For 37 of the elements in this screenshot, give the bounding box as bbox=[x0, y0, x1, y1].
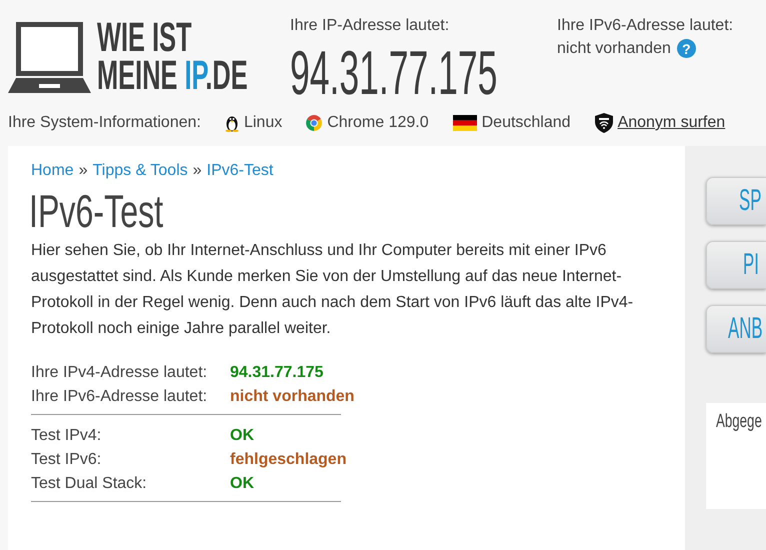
sidebar-button[interactable]: ANB bbox=[706, 305, 766, 353]
sidebar-button[interactable]: PI bbox=[706, 241, 766, 289]
flag-icon bbox=[452, 115, 477, 131]
breadcrumb-link[interactable]: IPv6-Test bbox=[206, 162, 274, 180]
country-name: Deutschland bbox=[482, 114, 571, 132]
breadcrumb-separator: » bbox=[78, 162, 88, 180]
intro-paragraph: Hier sehen Sie, ob Ihr Internet-Anschluss und Ihr Computer bereits mit einer IPv6 ausgestattet sind. Als Kunde merken Sie von der Umstellung auf das neue Internet-Protokoll in der Regel wenig. Denn auch nach dem Start von IPv6 läuft das alte IPv4-Protokoll noch einige Jahre parallel weiter. bbox=[31, 241, 634, 339]
browser-icon bbox=[306, 115, 322, 131]
ip-label: Ihre IP-Adresse lautet: bbox=[290, 17, 450, 35]
result-label: Ihre IPv6-Adresse lautet: bbox=[31, 388, 208, 406]
info-box-title: Abgege bbox=[716, 412, 762, 431]
anonymous-surf-link[interactable]: Anonym surfen bbox=[618, 114, 726, 132]
result-label: Ihre IPv4-Adresse lautet: bbox=[31, 364, 208, 382]
page-title: IPv6-Test bbox=[29, 188, 164, 234]
sidebar-button[interactable]: SP bbox=[706, 177, 766, 225]
result-value: fehlgeschlagen bbox=[230, 451, 346, 469]
breadcrumb-link[interactable]: Home bbox=[31, 162, 74, 180]
help-icon[interactable]: ? bbox=[676, 39, 696, 58]
laptop-icon bbox=[8, 22, 91, 93]
result-label: Test IPv4: bbox=[31, 427, 102, 445]
result-value: OK bbox=[230, 475, 255, 493]
ipv6-label: Ihre IPv6-Adresse lautet: bbox=[557, 17, 734, 35]
result-value: nicht vorhanden bbox=[230, 388, 354, 406]
system-info-label: Ihre System-Informationen: bbox=[8, 114, 201, 132]
ipv6-value: nicht vorhanden bbox=[557, 40, 671, 58]
logo-wordmark[interactable]: WIE IST MEINE IP.DE bbox=[97, 18, 248, 94]
result-value: OK bbox=[230, 427, 255, 445]
os-name: Linux bbox=[244, 114, 282, 132]
ip-address: 94.31.77.175 bbox=[290, 43, 498, 105]
browser-name: Chrome 129.0 bbox=[327, 114, 429, 132]
result-label: Test IPv6: bbox=[31, 451, 102, 469]
result-value: 94.31.77.175 bbox=[230, 364, 324, 382]
penguin-icon bbox=[224, 114, 239, 132]
breadcrumb-link[interactable]: Tipps & Tools bbox=[92, 162, 188, 180]
breadcrumb-separator: » bbox=[192, 162, 202, 180]
shield-icon bbox=[594, 113, 613, 133]
result-label: Test Dual Stack: bbox=[31, 475, 148, 493]
